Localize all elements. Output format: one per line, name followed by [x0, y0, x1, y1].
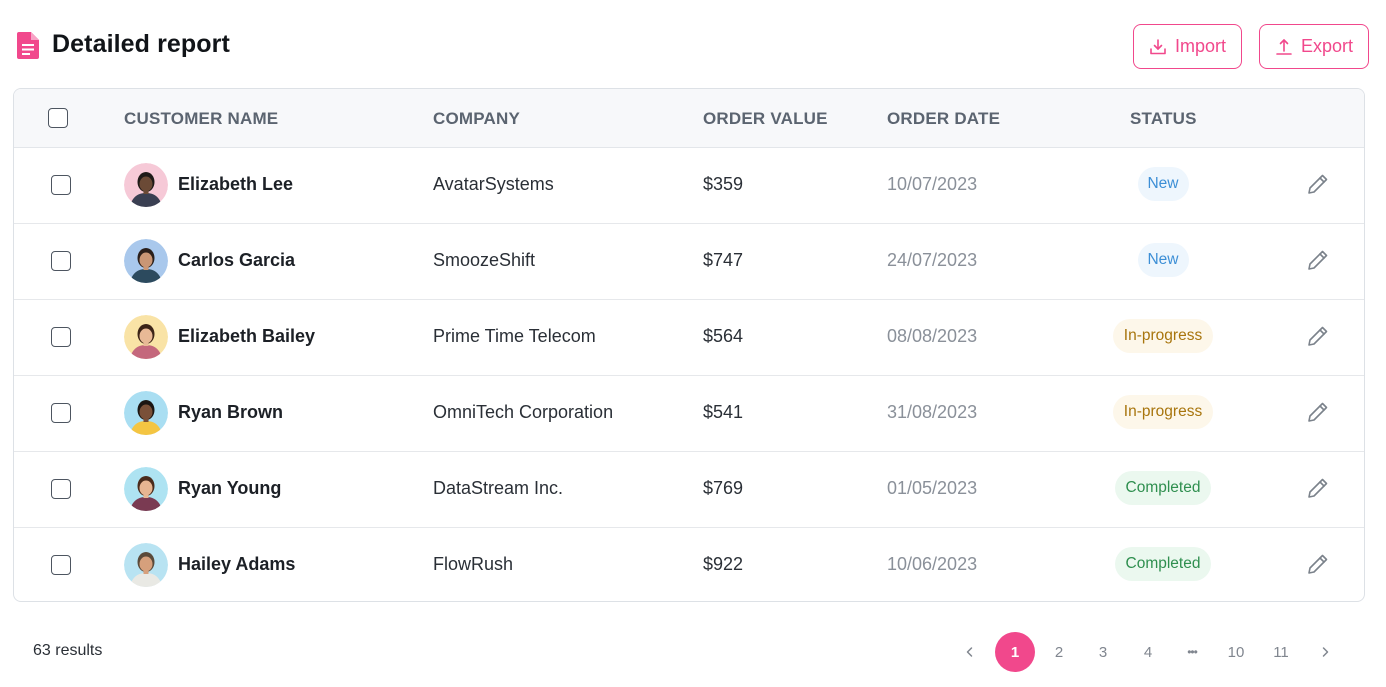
- report-table: CUSTOMER NAME COMPANY ORDER VALUE ORDER …: [13, 88, 1365, 602]
- company-name: SmoozeShift: [433, 250, 536, 270]
- avatar: [124, 391, 168, 435]
- avatar: [124, 315, 168, 359]
- order-date: 10/07/2023: [887, 174, 978, 194]
- company-name: Prime Time Telecom: [433, 326, 596, 346]
- page-button[interactable]: 4: [1128, 632, 1168, 672]
- document-icon: [17, 32, 39, 59]
- row-checkbox[interactable]: [51, 175, 71, 195]
- chevron-left-icon: [966, 647, 973, 657]
- column-header-order-value[interactable]: ORDER VALUE: [703, 109, 828, 129]
- company-name: FlowRush: [433, 554, 514, 574]
- page-header: Detailed report Import Export: [0, 0, 1386, 88]
- column-header-customer-name[interactable]: CUSTOMER NAME: [124, 109, 278, 129]
- table-header: CUSTOMER NAME COMPANY ORDER VALUE ORDER …: [14, 89, 1364, 148]
- order-value: $769: [703, 478, 744, 498]
- chevron-right-icon: [1322, 647, 1329, 657]
- table-row[interactable]: Ryan Young DataStream Inc. $769 01/05/20…: [14, 452, 1364, 528]
- customer-name: Hailey Adams: [178, 554, 296, 574]
- customer-name: Carlos Garcia: [178, 250, 296, 270]
- pencil-icon[interactable]: [1306, 552, 1330, 576]
- order-value: $564: [703, 326, 744, 346]
- export-label: Export: [1300, 36, 1354, 56]
- export-icon: [1276, 38, 1292, 55]
- order-date: 08/08/2023: [887, 326, 978, 346]
- order-date: 10/06/2023: [887, 554, 978, 574]
- column-header-order-date[interactable]: ORDER DATE: [887, 109, 1000, 129]
- order-date: 01/05/2023: [887, 478, 978, 498]
- customer-name: Elizabeth Lee: [178, 174, 294, 194]
- page-button[interactable]: 1: [995, 632, 1035, 672]
- company-name: AvatarSystems: [433, 174, 554, 194]
- avatar: [124, 467, 168, 511]
- table-row[interactable]: Ryan Brown OmniTech Corporation $541 31/…: [14, 376, 1364, 452]
- order-value: $922: [703, 554, 744, 574]
- column-header-company[interactable]: COMPANY: [433, 109, 520, 129]
- avatar: [124, 163, 168, 207]
- status-badge: Completed: [1115, 471, 1211, 505]
- table-row[interactable]: Hailey Adams FlowRush $922 10/06/2023 Co…: [14, 528, 1364, 601]
- company-name: DataStream Inc.: [433, 478, 564, 498]
- status-badge: In-progress: [1113, 395, 1213, 429]
- page-button[interactable]: 3: [1083, 632, 1123, 672]
- table-row[interactable]: Elizabeth Lee AvatarSystems $359 10/07/2…: [14, 148, 1364, 224]
- avatar: [124, 543, 168, 587]
- order-value: $359: [703, 174, 744, 194]
- pencil-icon[interactable]: [1306, 248, 1330, 272]
- customer-name: Ryan Brown: [178, 402, 284, 422]
- row-checkbox[interactable]: [51, 479, 71, 499]
- table-row[interactable]: Elizabeth Bailey Prime Time Telecom $564…: [14, 300, 1364, 376]
- row-checkbox[interactable]: [51, 251, 71, 271]
- customer-name: Ryan Young: [178, 478, 282, 498]
- status-badge: New: [1137, 167, 1189, 201]
- next-page-button[interactable]: [1305, 632, 1345, 672]
- page-button[interactable]: 2: [1039, 632, 1079, 672]
- row-checkbox[interactable]: [51, 327, 71, 347]
- import-label: Import: [1174, 36, 1226, 56]
- order-date: 24/07/2023: [887, 250, 978, 270]
- column-header-status[interactable]: STATUS: [1130, 109, 1197, 129]
- export-button[interactable]: Export: [1259, 24, 1369, 69]
- pencil-icon[interactable]: [1306, 324, 1330, 348]
- results-count: 63 results: [33, 642, 103, 659]
- customer-name: Elizabeth Bailey: [178, 326, 316, 346]
- import-icon: [1150, 38, 1166, 54]
- table-row[interactable]: Carlos Garcia SmoozeShift $747 24/07/202…: [14, 224, 1364, 300]
- page-title: Detailed report: [52, 30, 230, 58]
- select-all-checkbox[interactable]: [48, 108, 68, 128]
- pencil-icon[interactable]: [1306, 476, 1330, 500]
- page-button[interactable]: 11: [1261, 632, 1301, 672]
- pencil-icon[interactable]: [1306, 172, 1330, 196]
- page-ellipsis: •••: [1187, 645, 1198, 659]
- order-value: $541: [703, 402, 744, 422]
- row-checkbox[interactable]: [51, 555, 71, 575]
- avatar: [124, 239, 168, 283]
- pencil-icon[interactable]: [1306, 400, 1330, 424]
- page-button[interactable]: 10: [1216, 632, 1256, 672]
- status-badge: Completed: [1115, 547, 1211, 581]
- order-date: 31/08/2023: [887, 402, 978, 422]
- status-badge: In-progress: [1113, 319, 1213, 353]
- import-button[interactable]: Import: [1133, 24, 1242, 69]
- order-value: $747: [703, 250, 744, 270]
- row-checkbox[interactable]: [51, 403, 71, 423]
- status-badge: New: [1137, 243, 1189, 277]
- company-name: OmniTech Corporation: [433, 402, 614, 422]
- previous-page-button[interactable]: [950, 632, 990, 672]
